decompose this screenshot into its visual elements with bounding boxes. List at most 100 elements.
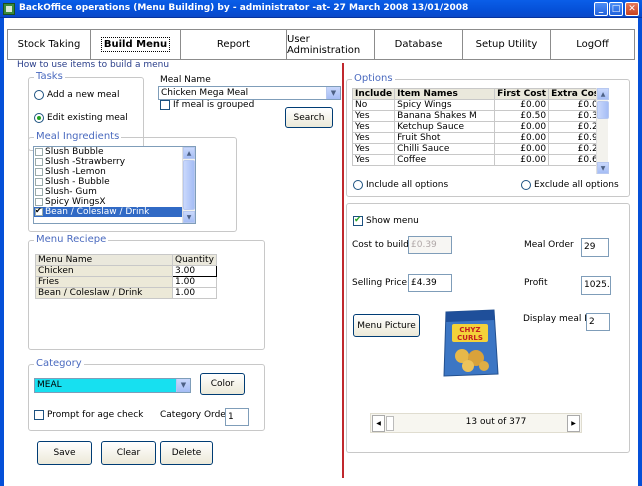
options-cell-first[interactable]: £0.00 (494, 154, 550, 166)
tab-label: Setup Utility (475, 39, 538, 50)
tab-stock-taking[interactable]: Stock Taking (8, 30, 91, 59)
clear-button[interactable]: Clear (101, 441, 156, 465)
close-button[interactable]: ✕ (625, 2, 639, 16)
options-cell-first[interactable]: £0.00 (494, 121, 550, 133)
ingredients-legend: Meal Ingredients (34, 131, 122, 142)
ingredients-list[interactable]: Slush Bubble Slush -Strawberry Slush -Le… (33, 146, 196, 224)
scroll-up-icon[interactable]: ▲ (183, 147, 195, 159)
list-item-label: Slush - Bubble (45, 177, 110, 187)
menu-picture-button[interactable]: Menu Picture (353, 314, 420, 337)
tab-bar: Stock Taking Build Menu Report User Admi… (7, 29, 635, 60)
checkbox-icon[interactable] (35, 168, 43, 176)
list-item[interactable]: Spicy WingsX (34, 197, 195, 207)
table-row[interactable]: Yes Coffee £0.00 £0.65 (351, 154, 607, 166)
table-row[interactable]: Chicken 3.00 (35, 265, 217, 277)
help-link[interactable]: How to use items to build a menu (17, 60, 169, 70)
tab-database[interactable]: Database (375, 30, 463, 59)
options-cell-first[interactable]: £0.00 (494, 99, 550, 111)
options-cell-include[interactable]: Yes (351, 154, 396, 166)
options-cell-include[interactable]: Yes (351, 121, 396, 133)
save-button[interactable]: Save (37, 441, 92, 465)
checkbox-icon[interactable] (35, 188, 43, 196)
include-all-radio[interactable]: Include all options (353, 180, 448, 190)
options-cell-include[interactable]: Yes (351, 110, 396, 122)
show-menu-checkbox[interactable]: Show menu (353, 215, 419, 226)
tab-report[interactable]: Report (181, 30, 287, 59)
add-meal-radio[interactable]: Add a new meal (34, 90, 119, 100)
list-item[interactable]: Slush Bubble (34, 147, 195, 157)
ingredients-scrollbar[interactable]: ▲ ▼ (182, 147, 195, 223)
options-legend: Options (352, 73, 395, 84)
meal-name-combo[interactable]: Chicken Mega Meal ▼ (158, 86, 341, 100)
list-item-label: Slush -Strawberry (45, 157, 126, 167)
checkbox-icon[interactable] (35, 158, 43, 166)
recipe-cell-qty[interactable]: 1.00 (172, 276, 217, 288)
checkbox-icon[interactable] (35, 198, 43, 206)
tab-setup-utility[interactable]: Setup Utility (463, 30, 551, 59)
list-item[interactable]: Slush - Bubble (34, 177, 195, 187)
checkbox-icon[interactable] (35, 148, 43, 156)
options-scrollbar[interactable]: ▲ ▼ (596, 88, 609, 174)
scroll-down-icon[interactable]: ▼ (597, 162, 609, 174)
minimize-button[interactable]: _ (594, 2, 608, 16)
options-cell-first[interactable]: £0.00 (494, 143, 550, 155)
checkbox-checked-icon[interactable] (35, 206, 43, 216)
options-cell-include[interactable]: Yes (351, 132, 396, 144)
list-item[interactable]: Slush -Strawberry (34, 157, 195, 167)
options-cell-first[interactable]: £0.00 (494, 132, 550, 144)
radio-icon (34, 90, 44, 100)
table-row[interactable]: Yes Ketchup Sauce £0.00 £0.25 (351, 121, 607, 133)
scroll-thumb[interactable] (183, 160, 195, 210)
record-position: 13 out of 377 (465, 417, 527, 427)
options-header-first-cost: First Cost (494, 88, 550, 100)
category-order-label: Category Order: (160, 410, 233, 420)
display-meal-no-input[interactable]: 2 (586, 313, 610, 331)
color-button[interactable]: Color (200, 373, 245, 395)
checkbox-icon[interactable] (35, 178, 43, 186)
category-order-input[interactable]: 1 (225, 408, 249, 426)
edit-meal-label: Edit existing meal (47, 113, 128, 123)
table-row[interactable]: Yes Banana Shakes M £0.50 £0.30 (351, 110, 607, 122)
options-header-name: Item Names (394, 88, 496, 100)
table-row[interactable]: Fries 1.00 (35, 276, 217, 288)
scroll-up-icon[interactable]: ▲ (597, 88, 609, 100)
tab-build-menu[interactable]: Build Menu (91, 30, 181, 59)
recipe-cell-qty[interactable]: 3.00 (172, 265, 217, 277)
panel-divider (342, 63, 344, 478)
list-item[interactable]: Slush -Lemon (34, 167, 195, 177)
scroll-thumb[interactable] (597, 101, 609, 119)
selling-price-input[interactable]: £4.39 (408, 274, 452, 292)
delete-button[interactable]: Delete (160, 441, 213, 465)
list-item[interactable]: Slush- Gum (34, 187, 195, 197)
chevron-down-icon[interactable]: ▼ (326, 87, 340, 99)
search-button[interactable]: Search (285, 107, 333, 128)
add-meal-label: Add a new meal (47, 90, 120, 100)
chevron-down-icon[interactable]: ▼ (176, 379, 190, 392)
edit-meal-radio[interactable]: Edit existing meal (34, 113, 128, 123)
table-row[interactable]: Yes Fruit Shot £0.00 £0.99 (351, 132, 607, 144)
radio-icon (353, 180, 363, 190)
tab-logoff[interactable]: LogOff (551, 30, 634, 59)
tab-user-administration[interactable]: User Administration (287, 30, 375, 59)
tasks-legend: Tasks (34, 71, 65, 82)
record-navigator[interactable]: ◀ 13 out of 377 ▶ (370, 413, 582, 433)
recipe-cell-qty[interactable]: 1.00 (172, 287, 217, 299)
exclude-all-radio[interactable]: Exclude all options (521, 180, 619, 190)
table-row[interactable]: No Spicy Wings £0.00 £0.00 (351, 99, 607, 111)
scroll-down-icon[interactable]: ▼ (183, 211, 195, 223)
options-cell-first[interactable]: £0.50 (494, 110, 550, 122)
recipe-table: Menu Name Quantity Chicken 3.00 Fries 1.… (35, 254, 217, 299)
table-row[interactable]: Bean / Coleslaw / Drink 1.00 (35, 287, 217, 299)
age-check-checkbox[interactable]: Prompt for age check (34, 410, 143, 420)
category-legend: Category (34, 358, 84, 369)
table-row[interactable]: Yes Chilli Sauce £0.00 £0.25 (351, 143, 607, 155)
meal-order-input[interactable]: 29 (581, 238, 609, 257)
options-cell-include[interactable]: Yes (351, 143, 396, 155)
category-combo[interactable]: MEAL ▼ (34, 378, 191, 393)
list-item-selected[interactable]: Bean / Coleslaw / Drink (34, 206, 195, 217)
options-cell-include[interactable]: No (351, 99, 396, 111)
maximize-button[interactable]: □ (609, 2, 623, 16)
next-record-icon[interactable]: ▶ (567, 415, 580, 432)
grouped-checkbox[interactable]: If meal is grouped (160, 100, 254, 110)
window-title: BackOffice operations (Menu Building) by… (19, 3, 469, 13)
